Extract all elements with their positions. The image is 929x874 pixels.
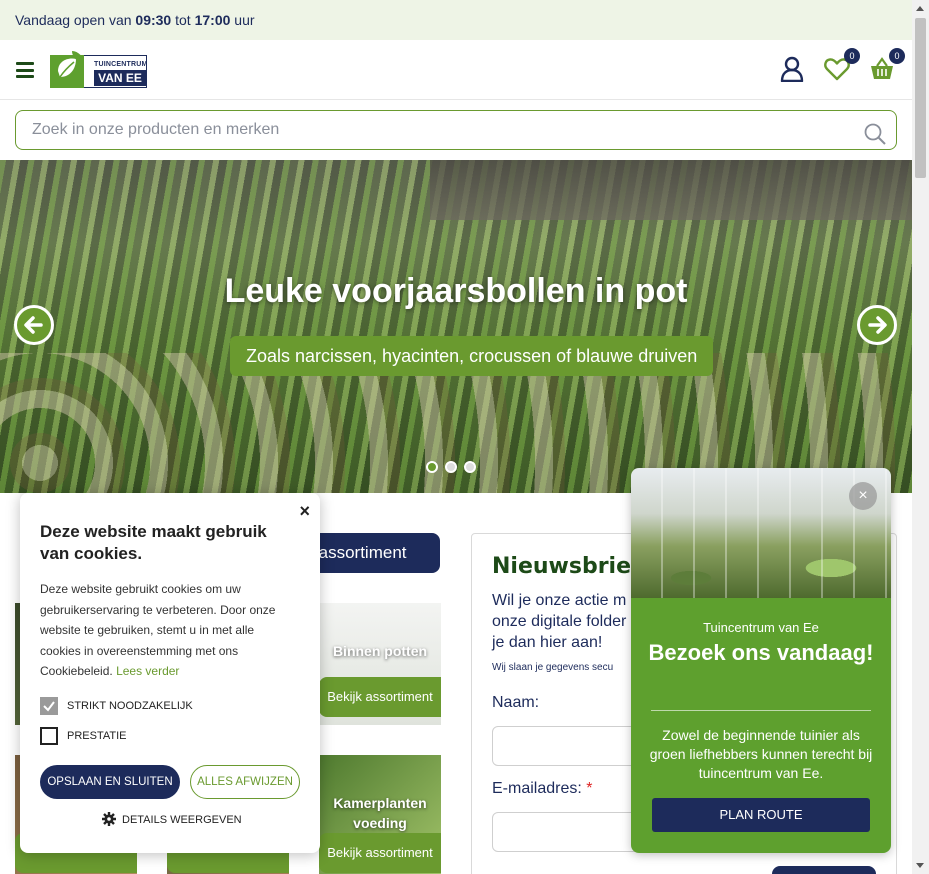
popup-subtitle: Tuincentrum van Ee: [703, 620, 819, 635]
tile-title: Binnen potten: [332, 643, 428, 659]
scroll-down-arrow[interactable]: [916, 863, 924, 868]
check-icon: [43, 701, 55, 712]
site-logo[interactable]: TUINCENTRUM VAN EE: [50, 49, 148, 89]
tile-button[interactable]: Bekijk assortiment: [319, 833, 441, 873]
tile-title: Kamerplanten voeding: [333, 795, 427, 831]
plan-route-button[interactable]: PLAN ROUTE: [652, 798, 870, 832]
necessary-checkbox[interactable]: [40, 697, 58, 715]
email-label: E-mailadres: *: [492, 780, 593, 798]
slider-dot-3[interactable]: [464, 461, 476, 473]
popup-title: Bezoek ons vandaag!: [648, 640, 874, 665]
cookie-dialog: × Deze website maakt gebruik van cookies…: [20, 493, 320, 853]
logo-text-top: TUINCENTRUM: [94, 61, 148, 68]
closing-time: 17:00: [194, 12, 231, 28]
slider-dot-1[interactable]: [426, 461, 438, 473]
cookie-reject-button[interactable]: ALLES AFWIJZEN: [190, 765, 300, 799]
logo-leaf-icon: [50, 51, 84, 88]
cookie-read-more-link[interactable]: Lees verder: [116, 664, 179, 678]
page-scrollbar[interactable]: [912, 0, 929, 874]
cookie-save-button[interactable]: OPSLAAN EN SLUITEN: [40, 765, 180, 799]
performance-checkbox[interactable]: [40, 727, 58, 745]
category-tile-binnen-potten[interactable]: Binnen potten Bekijk assortiment: [319, 603, 441, 725]
opening-suffix: uur: [234, 12, 255, 28]
wishlist-button[interactable]: 0: [824, 48, 860, 82]
hero-subtitle-button[interactable]: Zoals narcissen, hyacinten, crocussen of…: [230, 336, 714, 376]
arrow-right-icon: [868, 316, 887, 334]
opening-time: 09:30: [135, 12, 172, 28]
newsletter-privacy: Wij slaan je gegevens secu: [492, 662, 614, 673]
popup-close-button[interactable]: ×: [849, 482, 877, 510]
wishlist-count-badge: 0: [844, 48, 860, 64]
menu-icon[interactable]: [16, 62, 34, 78]
slider-next-button[interactable]: [857, 305, 897, 345]
cookie-title: Deze website maakt gebruik van cookies.: [40, 522, 267, 563]
site-header: TUINCENTRUM VAN EE 0 0: [0, 40, 912, 100]
opening-hours-bar: Vandaag open van 09:30 tot 17:00 uur: [0, 0, 912, 40]
popup-divider: [651, 710, 871, 711]
opening-mid: tot: [175, 12, 191, 28]
hero-title: Leuke voorjaarsbollen in pot: [224, 272, 688, 310]
performance-label: PRESTATIE: [67, 730, 127, 742]
search-bar: [15, 110, 897, 150]
opening-prefix: Vandaag open van: [15, 12, 132, 28]
tile-button[interactable]: Bekijk assortiment: [319, 677, 441, 717]
required-marker: *: [586, 780, 593, 797]
search-icon[interactable]: [864, 123, 886, 145]
search-input[interactable]: [16, 111, 816, 149]
slider-dots: [426, 460, 483, 478]
visit-popup: × Tuincentrum van Ee Bezoek ons vandaag!…: [631, 468, 891, 853]
email-label-text: E-mailadres:: [492, 780, 582, 797]
cookie-details-label: DETAILS WEERGEVEN: [122, 814, 242, 826]
scroll-up-arrow[interactable]: [916, 6, 924, 11]
name-label: Naam:: [492, 694, 540, 711]
logo-text-bottom: VAN EE: [94, 70, 146, 86]
cart-button[interactable]: 0: [869, 48, 905, 82]
hero-photo-crate: [430, 160, 912, 220]
cart-count-badge: 0: [889, 48, 905, 64]
category-tile-kamerplanten-voeding[interactable]: Kamerplanten voeding Bekijk assortiment: [319, 755, 441, 874]
slider-dot-2[interactable]: [445, 461, 457, 473]
necessary-label: STRIKT NOODZAKELIJK: [67, 700, 193, 712]
newsletter-intro: Wil je onze actie m onze digitale folder…: [492, 592, 627, 651]
newsletter-title: Nieuwsbrief: [492, 554, 641, 579]
scroll-thumb[interactable]: [915, 18, 926, 178]
newsletter-submit-button[interactable]: [772, 866, 876, 874]
arrow-left-icon: [24, 316, 43, 334]
cookie-close-button[interactable]: ×: [299, 501, 310, 522]
cookie-details-button[interactable]: DETAILS WEERGEVEN: [102, 812, 242, 826]
gear-icon: [102, 812, 116, 826]
hero-slider: Leuke voorjaarsbollen in pot Zoals narci…: [0, 160, 912, 493]
account-icon[interactable]: [779, 56, 805, 82]
cookie-text: Deze website gebruikt cookies om uw gebr…: [40, 579, 296, 682]
popup-text: Zowel de beginnende tuinier als groen li…: [649, 727, 873, 781]
slider-prev-button[interactable]: [14, 305, 54, 345]
